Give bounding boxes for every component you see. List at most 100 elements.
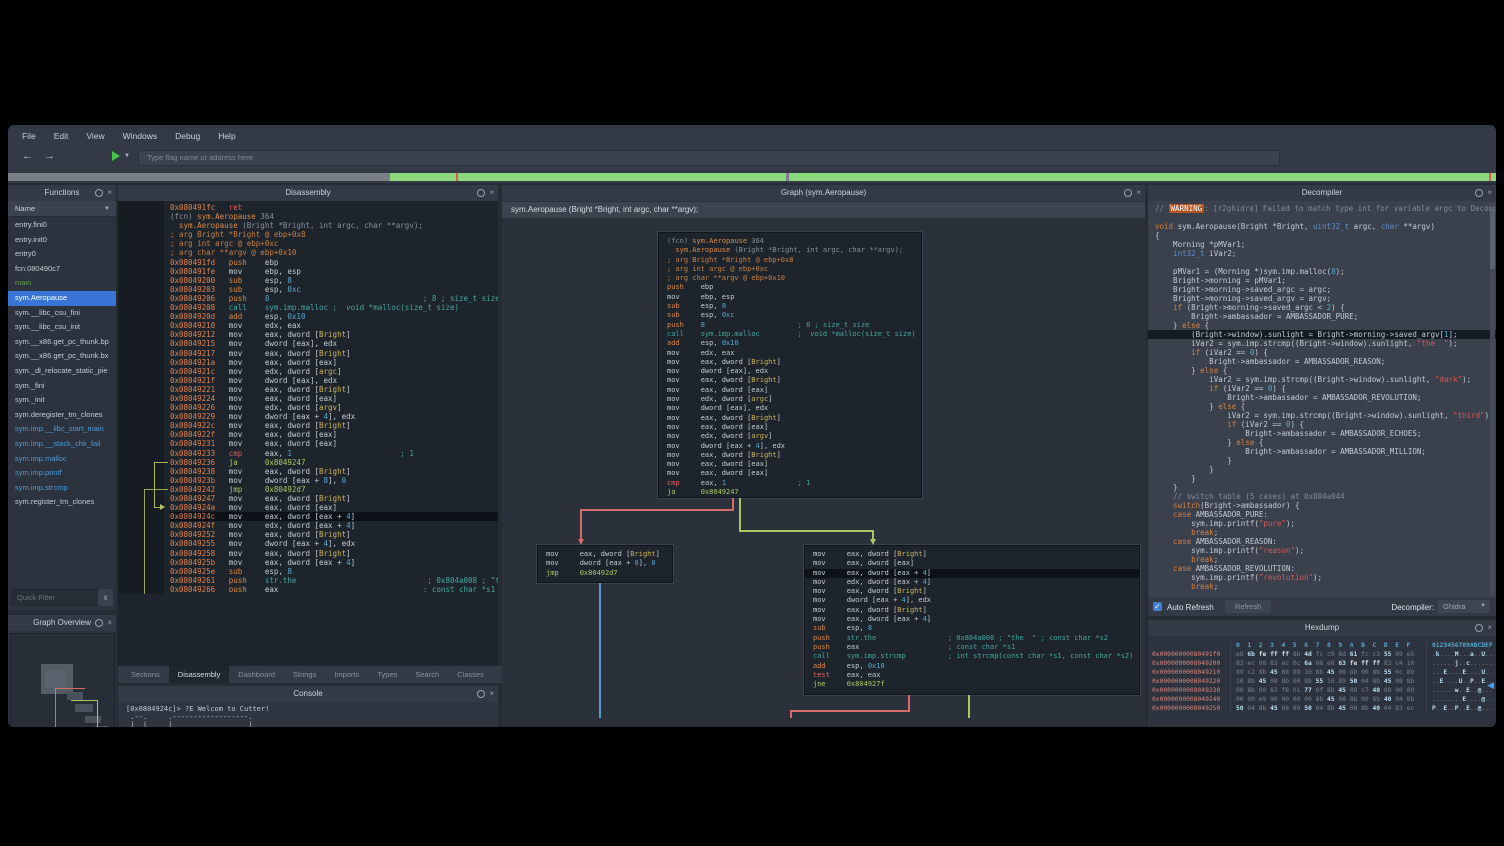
code-line[interactable]: } else { bbox=[1155, 366, 1496, 375]
code-line[interactable]: } bbox=[1155, 456, 1496, 465]
code-line[interactable]: mov dword [eax], edx bbox=[667, 367, 913, 376]
hexdump-panel-header[interactable]: Hexdump × bbox=[1148, 620, 1496, 636]
code-line[interactable]: 0x0804920d add esp, 0x10 bbox=[170, 312, 498, 321]
function-item[interactable]: sym._init bbox=[8, 393, 116, 408]
code-line[interactable]: } else { bbox=[1155, 438, 1496, 447]
code-line[interactable]: Bright->morning->saved_argv = argv; bbox=[1155, 294, 1496, 303]
code-line[interactable]: 0x0804921a mov eax, dword [eax] bbox=[170, 358, 498, 367]
quick-filter-clear-button[interactable]: x bbox=[98, 589, 113, 606]
functions-column-header[interactable]: Name ▼ bbox=[8, 201, 116, 217]
code-line[interactable]: call sym.imp.malloc ; void *malloc(size_… bbox=[667, 330, 913, 339]
memory-map-bar[interactable] bbox=[8, 173, 1496, 181]
refresh-button[interactable]: Refresh bbox=[1225, 600, 1271, 613]
code-line[interactable]: 0x0804922c mov eax, dword [Bright] bbox=[170, 421, 498, 430]
code-line[interactable]: iVar2 = sym.imp.strcmp((Bright->window).… bbox=[1155, 411, 1496, 420]
code-line[interactable]: 0x08049229 mov dword [eax + 4], edx bbox=[170, 412, 498, 421]
code-line[interactable]: mov eax, dword [eax] bbox=[667, 386, 913, 395]
graph-node-entry[interactable]: (fcn) sym.Aeropause 364 sym.Aeropause (B… bbox=[658, 232, 922, 498]
function-item[interactable]: sym.imp.__stack_chk_fail bbox=[8, 437, 116, 452]
code-line[interactable]: mov eax, dword [eax] bbox=[813, 559, 1131, 568]
close-icon[interactable]: × bbox=[107, 618, 112, 627]
function-item[interactable]: sym._dl_relocate_static_pie bbox=[8, 364, 116, 379]
code-line[interactable]: mov ebp, esp bbox=[667, 293, 913, 302]
code-line[interactable]: mov dword [eax], edx bbox=[667, 404, 913, 413]
graph-panel-header[interactable]: Graph (sym.Aeropause) × bbox=[502, 185, 1145, 201]
code-line[interactable]: 0x08049215 mov dword [eax], edx bbox=[170, 339, 498, 348]
code-line[interactable]: (Bright->window).sunlight = Bright->morn… bbox=[1148, 330, 1496, 339]
code-line[interactable]: mov eax, dword [eax + 4] bbox=[813, 615, 1131, 624]
code-line[interactable]: 0x08049258 mov eax, dword [Bright] bbox=[170, 549, 498, 558]
code-line[interactable]: 0x080491fc ret bbox=[170, 203, 498, 212]
code-line[interactable]: iVar2 = sym.imp.strcmp((Bright->window).… bbox=[1155, 375, 1496, 384]
function-item[interactable]: sym.imp.printf bbox=[8, 466, 116, 481]
code-line[interactable]: { bbox=[1155, 231, 1496, 240]
close-icon[interactable]: × bbox=[489, 188, 494, 197]
code-line[interactable]: 0x08049212 mov eax, dword [Bright] bbox=[170, 330, 498, 339]
code-line[interactable]: 0x08049233 cmp eax, 1 ; 1 bbox=[170, 449, 498, 458]
code-line[interactable]: case AMBASSADOR_PURE: bbox=[1155, 510, 1496, 519]
function-item[interactable]: entry.init0 bbox=[8, 233, 116, 248]
back-arrow-icon[interactable]: ← bbox=[22, 150, 33, 162]
gear-icon[interactable] bbox=[1475, 624, 1483, 632]
code-line[interactable]: test eax, eax bbox=[813, 671, 1131, 680]
function-item[interactable]: entry0 bbox=[8, 247, 116, 262]
code-line[interactable]: call sym.imp.strcmp ; int strcmp(const c… bbox=[813, 652, 1131, 661]
tab-disassembly[interactable]: Disassembly bbox=[169, 666, 230, 683]
code-line[interactable]: ; arg int argc @ ebp+0xc bbox=[170, 239, 498, 248]
code-line[interactable]: mov eax, dword [Bright] bbox=[667, 376, 913, 385]
decompiler-code[interactable]: // WARNING: [r2ghidra] Failed to match t… bbox=[1148, 201, 1496, 598]
code-line[interactable]: 0x08049255 mov dword [eax + 4], edx bbox=[170, 539, 498, 548]
code-line[interactable]: mov eax, dword [Bright] bbox=[667, 358, 913, 367]
tab-strings[interactable]: Strings bbox=[284, 666, 325, 683]
code-line[interactable]: mov dword [eax + 4], edx bbox=[813, 596, 1131, 605]
code-line[interactable]: mov eax, dword [eax] bbox=[667, 469, 913, 478]
decompiler-panel-header[interactable]: Decompiler × bbox=[1148, 185, 1496, 201]
code-line[interactable]: 0x08049252 mov eax, dword [Bright] bbox=[170, 530, 498, 539]
code-line[interactable]: } bbox=[1155, 474, 1496, 483]
function-item[interactable]: sym._fini bbox=[8, 379, 116, 394]
code-line[interactable]: 0x08049224 mov eax, dword [eax] bbox=[170, 394, 498, 403]
code-line[interactable]: 0x0804925b mov eax, dword [eax + 4] bbox=[170, 558, 498, 567]
code-line[interactable]: sub esp, 8 bbox=[667, 302, 913, 311]
code-line[interactable]: 0x08049203 sub esp, 0xc bbox=[170, 285, 498, 294]
code-line[interactable]: } else { bbox=[1155, 402, 1496, 411]
code-line[interactable]: 0x0804921c mov edx, dword [argc] bbox=[170, 367, 498, 376]
code-line[interactable]: 0x0804925e sub esp, 8 bbox=[170, 567, 498, 576]
menu-debug[interactable]: Debug bbox=[175, 131, 200, 141]
hex-row[interactable]: 0x00000000080491f0e8 6b fe ff ff 8b 4d f… bbox=[1152, 650, 1496, 659]
code-line[interactable] bbox=[1155, 213, 1496, 222]
hex-row[interactable]: 0x000000000804922010 8b 45 08 8b 00 8b 5… bbox=[1152, 677, 1496, 686]
code-line[interactable]: Bright->morning->saved_argc = argc; bbox=[1155, 285, 1496, 294]
code-line[interactable]: push str.the ; 0x804a008 ; "the " ; cons… bbox=[813, 634, 1131, 643]
code-line[interactable]: 0x08049247 mov eax, dword [Bright] bbox=[170, 494, 498, 503]
code-line[interactable]: sub esp, 0xc bbox=[667, 311, 913, 320]
code-line[interactable]: switch(Bright->ambassador) { bbox=[1155, 501, 1496, 510]
code-line[interactable]: mov dword [eax + 4], edx bbox=[667, 442, 913, 451]
code-line[interactable]: mov eax, dword [eax + 4] bbox=[805, 569, 1139, 578]
graph-overview-header[interactable]: Graph Overview × bbox=[8, 615, 116, 631]
code-line[interactable]: push ebp bbox=[667, 283, 913, 292]
code-line[interactable]: 0x08049231 mov eax, dword [eax] bbox=[170, 439, 498, 448]
menu-view[interactable]: View bbox=[86, 131, 104, 141]
menu-edit[interactable]: Edit bbox=[54, 131, 69, 141]
code-line[interactable]: Bright->morning = pMVar1; bbox=[1155, 276, 1496, 285]
code-line[interactable]: mov edx, dword [argv] bbox=[667, 432, 913, 441]
code-line[interactable]: 0x08049261 push str.the ; 0x804a008 ; "t… bbox=[170, 576, 498, 585]
code-line[interactable]: // switch table (5 cases) at 0x804a044 bbox=[1155, 492, 1496, 501]
code-line[interactable]: void sym.Aeropause(Bright *Bright, uint3… bbox=[1155, 222, 1496, 231]
code-line[interactable]: mov eax, dword [Bright] bbox=[667, 451, 913, 460]
function-item[interactable]: sym.register_tm_clones bbox=[8, 495, 116, 510]
code-line[interactable]: Bright->ambassador = AMBASSADOR_MILLION; bbox=[1155, 447, 1496, 456]
code-line[interactable]: jmp 0x80492d7 bbox=[546, 569, 664, 578]
code-line[interactable]: 0x08049210 mov edx, eax bbox=[170, 321, 498, 330]
code-line[interactable]: // WARNING: [r2ghidra] Failed to match t… bbox=[1155, 204, 1496, 213]
function-item[interactable]: sym.__libc_csu_fini bbox=[8, 306, 116, 321]
code-line[interactable]: } bbox=[1155, 483, 1496, 492]
code-line[interactable]: mov eax, dword [Bright] bbox=[546, 550, 664, 559]
code-line[interactable]: ja 0x8049247 bbox=[667, 488, 913, 497]
tab-sections[interactable]: Sections bbox=[122, 666, 169, 683]
code-line[interactable]: push 8 ; 8 ; size_t size bbox=[667, 321, 913, 330]
code-line[interactable]: mov dword [eax + 8], 0 bbox=[546, 559, 664, 568]
decompiler-scrollbar[interactable] bbox=[1490, 203, 1495, 596]
close-icon[interactable]: × bbox=[1487, 188, 1492, 197]
